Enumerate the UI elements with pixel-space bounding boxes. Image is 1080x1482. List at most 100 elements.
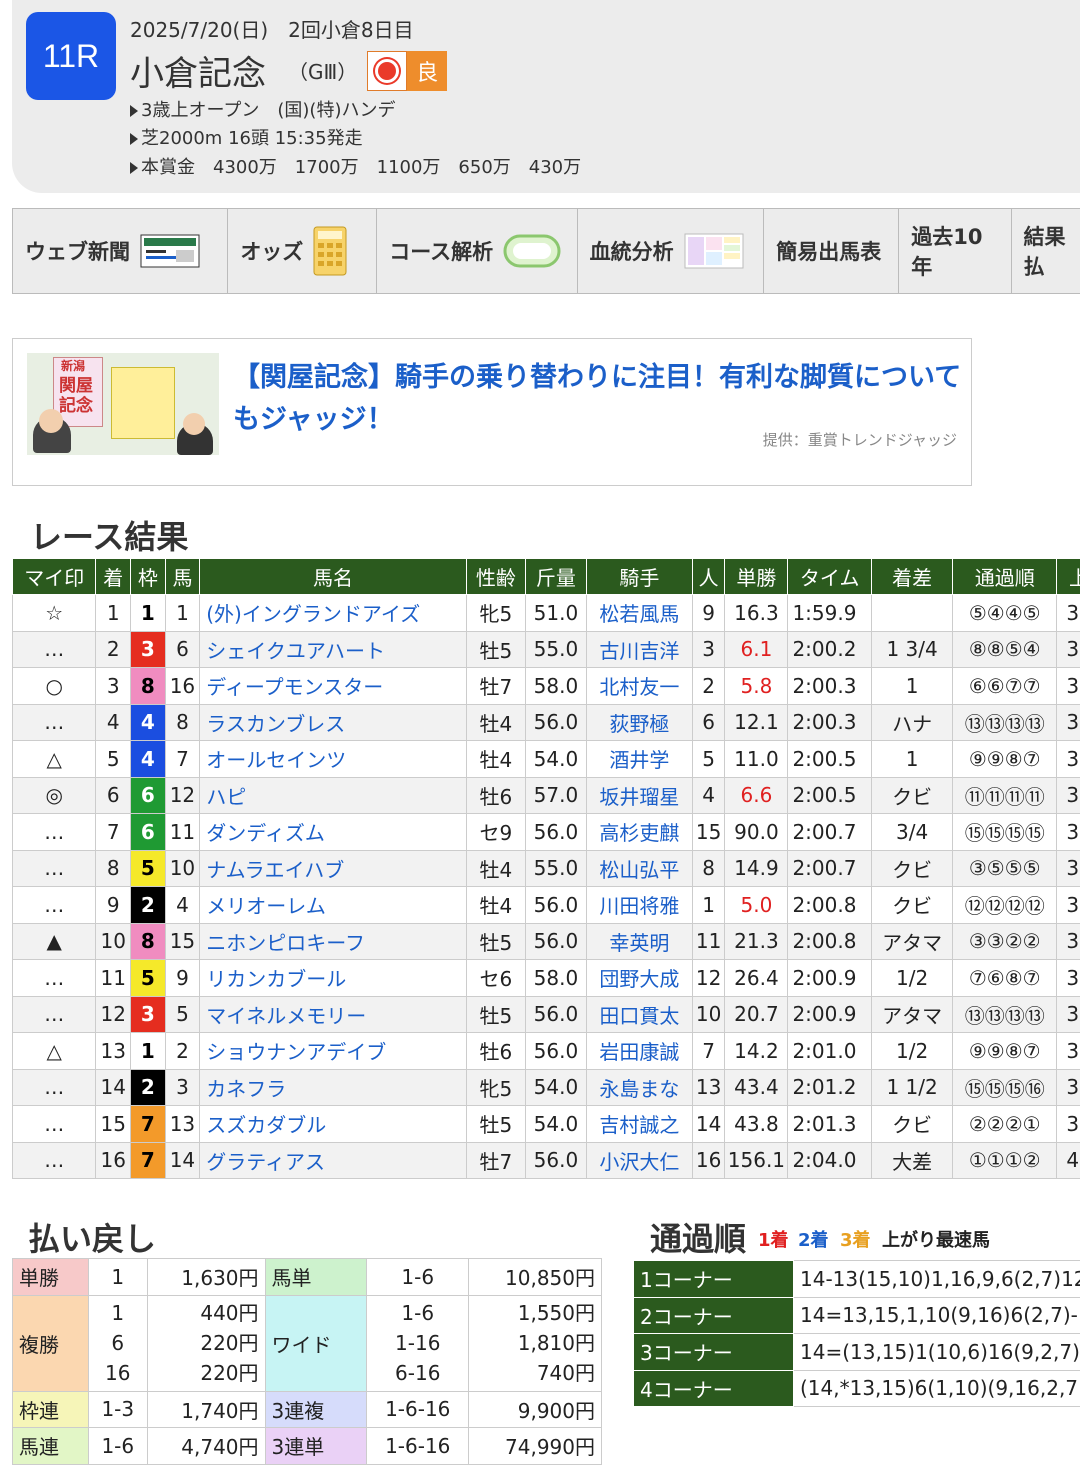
column-header: 単勝 [724,558,789,595]
my-mark[interactable]: △ [11,1032,97,1070]
jockey-link[interactable]: 川田将雅 [585,886,693,924]
jockey-link[interactable]: 団野大成 [585,959,693,997]
result-row: … 16 7 14 グラティアス 牡7 56.0 小沢大仁 16 156.1 2:04.0 大差 ①①①… [11,1141,1080,1179]
nav-web-newspaper[interactable]: ウェブ新聞 [13,209,229,293]
jockey-link[interactable]: 岩田康誠 [585,1032,693,1070]
my-mark[interactable]: … [11,959,97,997]
my-mark[interactable]: … [11,703,97,741]
horse-name-link[interactable]: ダンディズム [199,813,467,851]
my-mark[interactable]: … [11,1105,97,1143]
my-mark[interactable]: ▲ [11,922,97,960]
jockey-link[interactable]: 酒井学 [585,740,693,778]
last-3f: 36 [1056,1068,1080,1106]
jockey-link[interactable]: 田口貫太 [585,995,693,1033]
win-odds: 156.1 [724,1141,789,1179]
popularity: 13 [691,1068,726,1106]
jockey-link[interactable]: 永島まな [585,1068,693,1106]
horse-name-link[interactable]: カネフラ [199,1068,467,1106]
my-mark[interactable]: △ [11,740,97,778]
legend-second: 2着 [798,1230,829,1251]
my-mark[interactable]: … [11,995,97,1033]
jockey-link[interactable]: 北村友一 [585,667,693,705]
payout-num: 1 [87,1258,148,1296]
column-header: 上 [1056,558,1080,595]
jockey-link[interactable]: 吉村誠之 [585,1105,693,1143]
column-header: 着 [95,558,132,595]
race-date: 2025/7/20(日) 2回小倉8日目 [130,18,414,42]
nav-past-10-years[interactable]: 過去10年 [899,209,1012,293]
horse-name-link[interactable]: スズカダブル [199,1105,467,1143]
jockey-link[interactable]: 幸英明 [585,922,693,960]
jockey-link[interactable]: 坂井瑠星 [585,776,693,814]
horse-name-link[interactable]: ラスカンブレス [199,703,467,741]
win-odds: 5.0 [724,886,789,924]
jockey-link[interactable]: 小沢大仁 [585,1141,693,1179]
arrow-icon [130,105,138,117]
my-mark[interactable]: … [11,849,97,887]
my-mark[interactable]: … [11,813,97,851]
payout-label-wide: ワイド [264,1294,368,1392]
weight: 56.0 [524,886,587,924]
payout-num-list: 1 6 16 [87,1294,148,1392]
margin: 1 3/4 [870,630,954,668]
margin: 1 [870,740,954,778]
last-3f: 36 [1056,594,1080,632]
my-mark[interactable]: ○ [11,667,97,705]
corner-label: 1コーナー [633,1260,794,1298]
finish-position: 12 [95,995,132,1033]
weight: 54.0 [524,1105,587,1143]
horse-name-link[interactable]: リカンカブール [199,959,467,997]
corner-label: 4コーナー [633,1369,794,1407]
finish-time: 2:01.3 [787,1105,872,1143]
jockey-link[interactable]: 古川吉洋 [585,630,693,668]
my-mark[interactable]: … [11,630,97,668]
horse-name-link[interactable]: ナムラエイハブ [199,849,467,887]
horse-name-link[interactable]: (外)イングランドアイズ [199,594,467,632]
last-3f: 37 [1056,922,1080,960]
passing-order: ①①①② [952,1141,1058,1179]
column-header: 通過順 [952,558,1058,595]
ad-banner[interactable]: 新潟 関屋 記念 【関屋記念】騎手の乗り替わりに注目！有利な脚質についてもジャッ… [12,338,972,486]
horse-name-link[interactable]: ニホンピロキーフ [199,922,467,960]
my-mark[interactable]: … [11,1141,97,1179]
column-header: 騎手 [585,558,693,595]
nav-results[interactable]: 結果払 [1012,209,1080,293]
gate-number: 3 [130,630,166,668]
horse-number: 5 [164,995,201,1033]
last-3f: 36 [1056,630,1080,668]
race-prize: 本賞金 4300万 1700万 1100万 650万 430万 [130,153,581,179]
weight: 58.0 [524,959,587,997]
horse-name-link[interactable]: マイネルメモリー [199,995,467,1033]
jockey-link[interactable]: 高杉吏麒 [585,813,693,851]
horse-number: 4 [164,886,201,924]
jockey-link[interactable]: 荻野極 [585,703,693,741]
nav-pedigree[interactable]: 血統分析 [578,209,765,293]
sex-age: 牡4 [465,740,526,778]
result-row: … 15 7 13 スズカダブル 牡5 54.0 吉村誠之 14 43.8 2:01.3 クビ ②②②①… [11,1105,1080,1143]
finish-time: 2:04.0 [787,1141,872,1179]
win-odds: 12.1 [724,703,789,741]
horse-name-link[interactable]: グラティアス [199,1141,467,1179]
horse-name-link[interactable]: ハピ [199,776,467,814]
horse-name-link[interactable]: ディープモンスター [199,667,467,705]
weight: 51.0 [524,594,587,632]
nav-odds[interactable]: オッズ [228,209,378,293]
nav-entry-table[interactable]: 簡易出馬表 [764,209,900,293]
race-name: 小倉記念 [130,54,266,94]
margin: 1/2 [870,959,954,997]
payout-label-wakuren: 枠連 [12,1390,89,1428]
my-mark[interactable]: … [11,1068,97,1106]
horse-name-link[interactable]: オールセインツ [199,740,467,778]
my-mark[interactable]: ◎ [11,776,97,814]
nav-course-analysis[interactable]: コース解析 [377,209,578,293]
my-mark[interactable]: ☆ [11,594,97,632]
result-row: … 7 6 11 ダンディズム セ9 56.0 高杉吏麒 15 90.0 2:00.7 3/4 ⑮⑮⑮⑮… [11,813,1080,851]
horse-name-link[interactable]: シェイクユアハート [199,630,467,668]
result-row: ◎6612ハピ牡657.0坂井瑠星46.62:00.5クビ⑪⑪⑪⑪36 [11,776,1080,814]
my-mark[interactable]: … [11,886,97,924]
horse-name-link[interactable]: ショウナンアデイブ [199,1032,467,1070]
jockey-link[interactable]: 松山弘平 [585,849,693,887]
horse-name-link[interactable]: メリオーレム [199,886,467,924]
jockey-link[interactable]: 松若風馬 [585,594,693,632]
win-odds: 6.1 [724,630,789,668]
